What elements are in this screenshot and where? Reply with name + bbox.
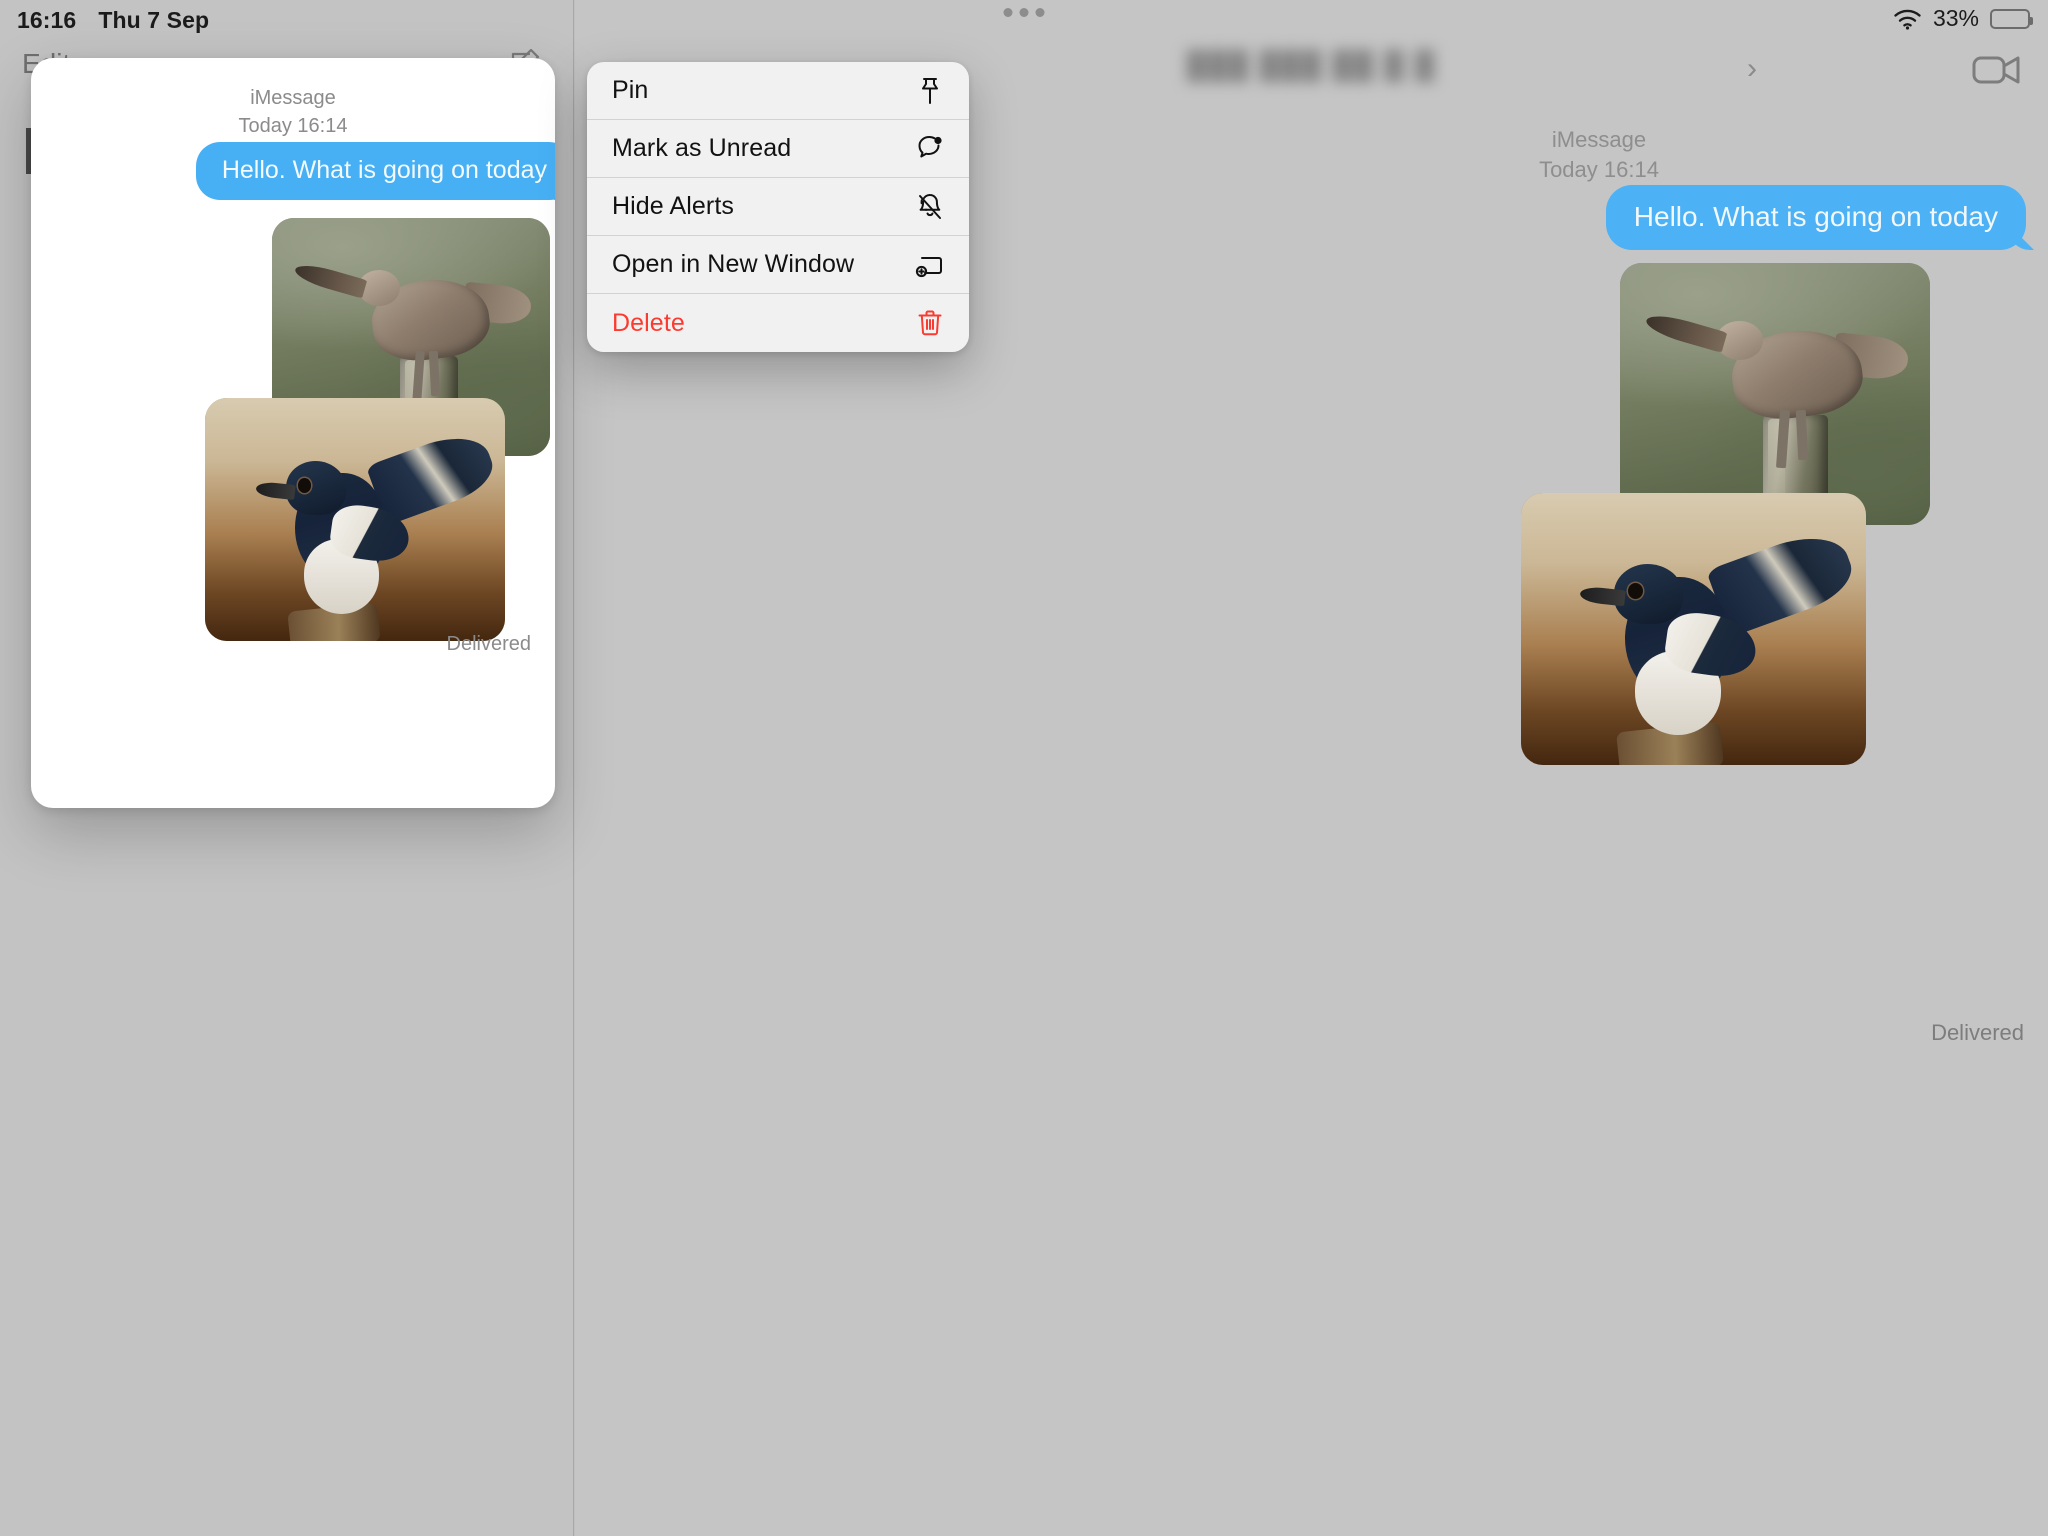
multitasking-dots-icon[interactable] [1003,8,1045,17]
menu-item-label: Delete [612,308,685,337]
preview-robin-photo [205,398,505,641]
contact-name-redacted[interactable]: ███ ███ ██ █ █ [1187,50,1436,81]
thread-meta: iMessage Today 16:14 [1150,125,2048,186]
menu-item-delete[interactable]: Delete [587,294,969,352]
menu-item-hide-alerts[interactable]: Hide Alerts [587,178,969,236]
preview-timestamp: Today 16:14 [238,115,348,137]
preview-service-label: iMessage [250,87,336,109]
unread-badge-icon [915,134,945,164]
context-menu[interactable]: Pin Mark as Unread Hide Alerts Open in N… [587,62,969,352]
message-bubble[interactable]: Hello. What is going on today [1605,185,2026,250]
curlew-photo[interactable] [1620,263,1930,525]
menu-item-pin[interactable]: Pin [587,62,969,120]
multitask-dot [1035,8,1045,17]
preview-thread-meta: iMessage Today 16:14 [31,84,555,140]
multitask-dot [1003,8,1013,17]
menu-item-label: Hide Alerts [612,192,734,220]
preview-delivery-status: Delivered [446,633,531,655]
menu-item-mark-as-unread[interactable]: Mark as Unread [587,120,969,178]
menu-item-label: Open in New Window [612,250,855,278]
menu-item-label: Pin [612,76,649,104]
bell-slash-icon [915,192,945,222]
menu-item-open-in-new-window[interactable]: Open in New Window [587,236,969,294]
service-label: iMessage [1551,127,1647,152]
trash-icon [915,308,945,338]
multitask-dot [1019,8,1029,17]
chevron-right-icon[interactable]: › [1747,52,1757,86]
new-window-icon [915,250,945,280]
video-camera-icon[interactable] [1970,48,2026,92]
robin-photo[interactable] [1521,493,1866,765]
conversation-preview-card[interactable]: iMessage Today 16:14 Hello. What is goin… [31,58,555,808]
thread-timestamp: Today 16:14 [1539,157,1659,183]
delivery-status: Delivered [1931,1020,2024,1045]
preview-message-bubble: Hello. What is going on today [195,142,555,200]
menu-item-label: Mark as Unread [612,134,792,162]
pin-icon [915,76,945,106]
